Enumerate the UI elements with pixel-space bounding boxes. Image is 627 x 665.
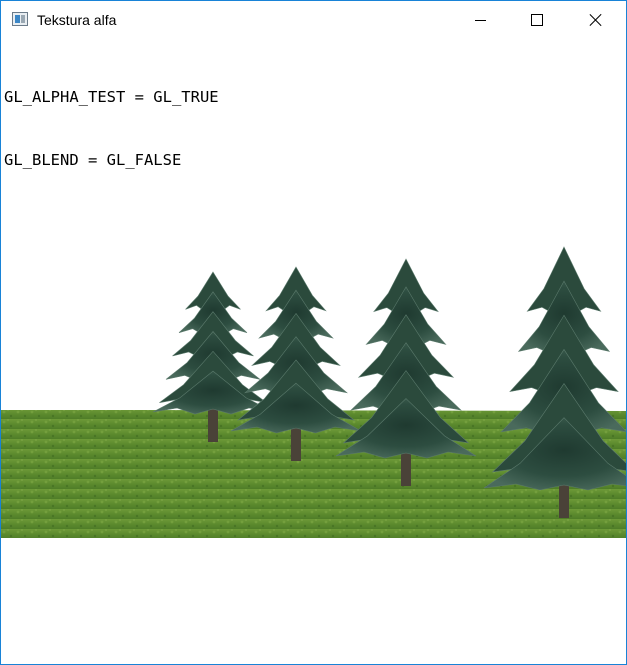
maximize-icon xyxy=(531,14,543,26)
gl-status-line-blend: GL_BLEND = GL_FALSE xyxy=(4,151,182,169)
close-icon xyxy=(589,13,603,27)
close-button[interactable] xyxy=(573,1,619,39)
window-title: Tekstura alfa xyxy=(37,12,117,28)
minimize-icon xyxy=(474,19,486,21)
minimize-button[interactable] xyxy=(457,1,503,39)
gl-status-text: GL_ALPHA_TEST = GL_TRUE GL_BLEND = GL_FA… xyxy=(4,45,219,213)
title-bar[interactable]: Tekstura alfa xyxy=(1,1,626,39)
tree-3 xyxy=(335,258,477,486)
tree-4 xyxy=(483,246,626,518)
maximize-button[interactable] xyxy=(514,1,560,39)
app-window-icon[interactable] xyxy=(12,12,28,26)
app-window: Tekstura alfa GL_ALPHA_TEST = GL_TRUE GL… xyxy=(0,0,627,665)
opengl-viewport[interactable]: GL_ALPHA_TEST = GL_TRUE GL_BLEND = GL_FA… xyxy=(1,39,626,664)
gl-status-line-alpha-test: GL_ALPHA_TEST = GL_TRUE xyxy=(4,88,219,106)
